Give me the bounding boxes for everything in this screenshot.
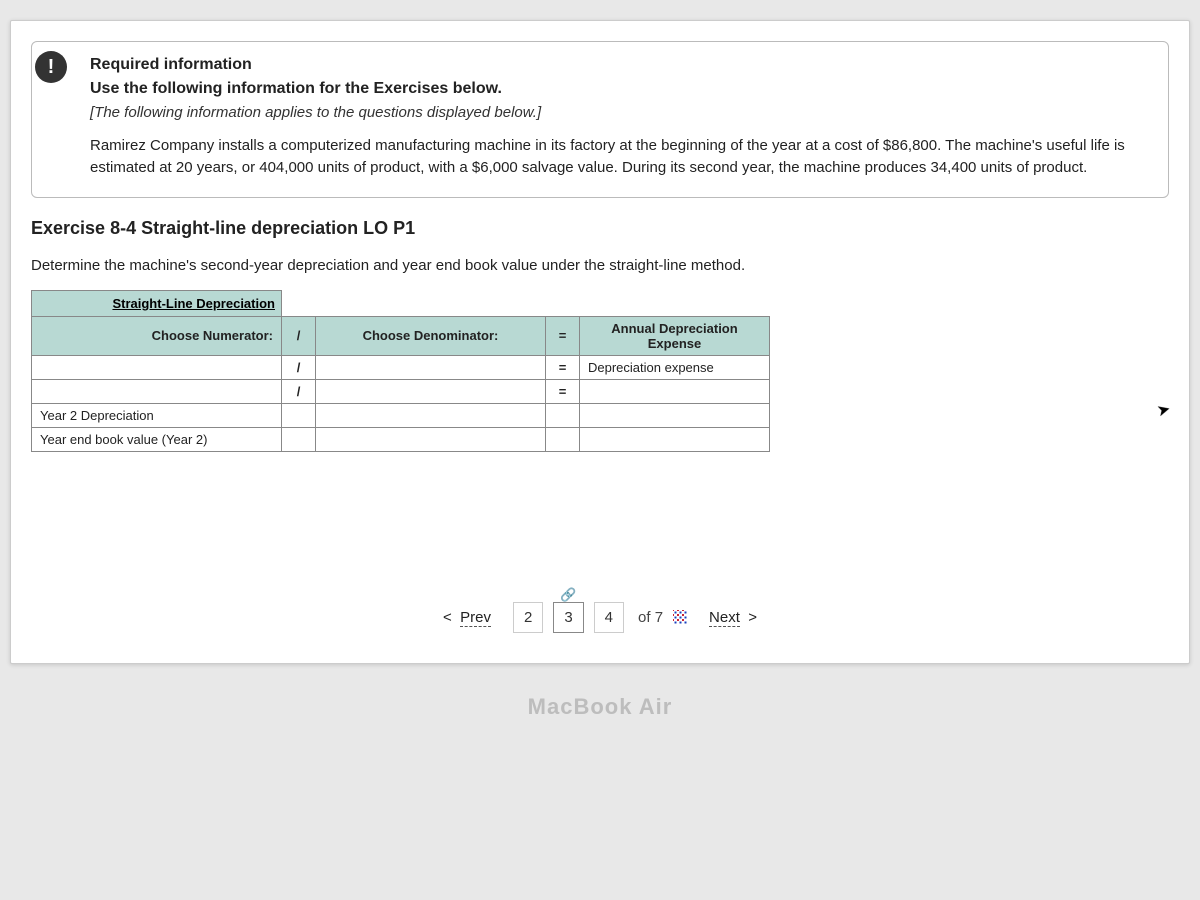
expense-label-cell: Depreciation expense	[580, 355, 770, 379]
prev-button[interactable]: < Prev	[443, 609, 491, 626]
col-header-denominator: Choose Denominator:	[316, 316, 546, 355]
page-num-3[interactable]: 🔗 3	[553, 602, 583, 633]
row-year-end-book-value: Year end book value (Year 2)	[32, 427, 282, 451]
chevron-left-icon: <	[443, 609, 452, 626]
link-icon: 🔗	[560, 587, 576, 603]
exercise-page: ! Required information Use the following…	[10, 20, 1190, 664]
numerator-input-1[interactable]	[32, 355, 282, 379]
equals-cell-2: =	[546, 379, 580, 403]
exercise-title: Exercise 8-4 Straight-line depreciation …	[31, 218, 1169, 239]
required-information-box: Required information Use the following i…	[31, 41, 1169, 198]
col-header-expense: Annual Depreciation Expense	[580, 316, 770, 355]
case-paragraph: Ramirez Company installs a computerized …	[90, 135, 1150, 179]
expense-value-cell[interactable]	[580, 379, 770, 403]
pager-numbers: 2 🔗 3 4 of 7	[513, 602, 687, 633]
use-following-line: Use the following information for the Ex…	[90, 80, 1150, 98]
slash-cell-1: /	[282, 355, 316, 379]
required-title: Required information	[90, 56, 1150, 74]
pager: < Prev 2 🔗 3 4 of 7 Next >	[11, 602, 1189, 663]
year2-depreciation-value[interactable]	[316, 403, 546, 427]
numerator-input-2[interactable]	[32, 379, 282, 403]
of-label: of 7	[638, 609, 663, 626]
grid-icon[interactable]	[673, 610, 687, 624]
year-end-book-value[interactable]	[316, 427, 546, 451]
table-top-header[interactable]: Straight-Line Depreciation	[32, 290, 282, 316]
page-num-2[interactable]: 2	[513, 602, 543, 633]
page-num-4[interactable]: 4	[594, 602, 624, 633]
denominator-input-1[interactable]	[316, 355, 546, 379]
row-year2-depreciation: Year 2 Depreciation	[32, 403, 282, 427]
applies-line: [The following information applies to th…	[90, 104, 1150, 121]
equals-cell-1: =	[546, 355, 580, 379]
slash-cell-2: /	[282, 379, 316, 403]
denominator-input-2[interactable]	[316, 379, 546, 403]
equals-op-1: =	[546, 316, 580, 355]
device-label: MacBook Air	[10, 694, 1190, 720]
next-button[interactable]: Next >	[709, 609, 757, 626]
col-header-numerator: Choose Numerator:	[32, 316, 282, 355]
exercise-instruction: Determine the machine's second-year depr…	[31, 257, 1169, 274]
depreciation-table: Straight-Line Depreciation Choose Numera…	[31, 290, 770, 452]
slash-op-1: /	[282, 316, 316, 355]
chevron-right-icon: >	[748, 609, 757, 626]
